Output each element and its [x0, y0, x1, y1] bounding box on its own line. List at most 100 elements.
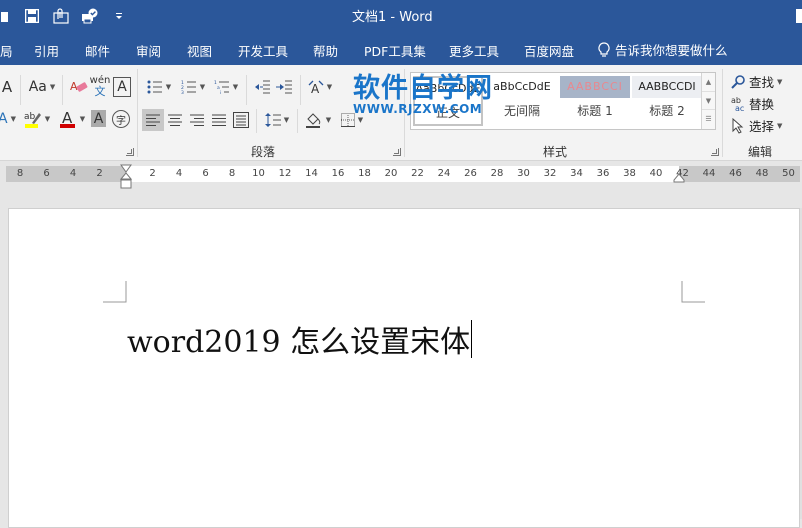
- multilevel-list-icon: 1ai: [214, 80, 229, 94]
- multilevel-list-button[interactable]: 1 a i ▼: [211, 78, 241, 96]
- style-no-spacing[interactable]: aBbCcDdE 无间隔: [487, 76, 557, 126]
- style-name: 标题 2: [649, 104, 685, 118]
- save-button[interactable]: [22, 6, 42, 26]
- replace-button[interactable]: ab ac 替换: [731, 94, 774, 113]
- text-effects-icon: A: [0, 111, 8, 127]
- paragraph-dialog-launcher[interactable]: [393, 148, 401, 156]
- svg-text:ac: ac: [735, 104, 744, 112]
- justify-button[interactable]: [208, 109, 230, 131]
- select-button[interactable]: 选择 ▼: [731, 116, 782, 135]
- ruler-tick: 2: [149, 168, 156, 179]
- align-left-button[interactable]: [142, 109, 164, 131]
- styles-more-button[interactable]: ☰: [702, 110, 715, 129]
- tab-review[interactable]: 审阅: [136, 41, 161, 60]
- tab-layout[interactable]: 局: [0, 41, 13, 60]
- replace-label: 替换: [749, 97, 775, 112]
- attach-icon: [53, 8, 69, 24]
- tab-pdf-tools[interactable]: PDF工具集: [364, 41, 426, 60]
- sort-button[interactable]: A ▼: [306, 78, 334, 96]
- borders-button[interactable]: ▼: [338, 109, 366, 131]
- bullets-button[interactable]: ▼: [144, 78, 174, 96]
- svg-text:i: i: [220, 90, 221, 94]
- first-line-indent-marker[interactable]: [120, 164, 132, 173]
- character-border-icon: A: [117, 79, 127, 95]
- numbering-button[interactable]: 1 2 3 ▼: [178, 78, 208, 96]
- find-label: 查找: [749, 75, 775, 90]
- tab-developer[interactable]: 开发工具: [238, 41, 288, 60]
- decrease-indent-button[interactable]: [253, 78, 271, 96]
- tab-baidu-netdisk[interactable]: 百度网盘: [524, 41, 574, 60]
- highlight-color-button[interactable]: ab ▼: [20, 108, 52, 130]
- document-page[interactable]: word2019 怎么设置宋体: [8, 208, 800, 528]
- svg-text:3: 3: [181, 90, 184, 94]
- attach-button[interactable]: [51, 6, 71, 26]
- style-normal[interactable]: AaBbCcDdE 正文: [413, 76, 483, 126]
- character-shading-button[interactable]: A: [91, 110, 106, 127]
- tab-view[interactable]: 视图: [187, 41, 212, 60]
- ruler-tick: 18: [358, 168, 371, 179]
- window-title: 文档1 - Word: [352, 10, 433, 25]
- grow-font-button[interactable]: A: [0, 77, 14, 97]
- align-right-button[interactable]: [186, 109, 208, 131]
- ribbon: A Aa ▼ A wén 文 A A ▼ ab ▼ A ▼ A 字 ▼ 1 2 3 ▼ 1…: [0, 65, 802, 161]
- ruler-tick: 46: [729, 168, 742, 179]
- open-icon: [1, 12, 8, 22]
- hanging-indent-marker[interactable]: [120, 172, 132, 180]
- style-heading-1[interactable]: AABBCCI 标题 1: [560, 76, 630, 126]
- style-name: 无间隔: [503, 104, 540, 118]
- find-button[interactable]: 查找 ▼: [731, 72, 782, 91]
- font-dialog-launcher[interactable]: [126, 148, 134, 156]
- open-button[interactable]: [0, 6, 10, 26]
- sort-icon: A: [308, 80, 324, 94]
- print-check-icon: [82, 8, 98, 24]
- ruler-tick: 14: [305, 168, 318, 179]
- line-spacing-button[interactable]: ▼: [262, 109, 292, 131]
- tab-help[interactable]: 帮助: [313, 41, 338, 60]
- styles-scroll-up[interactable]: ▲: [702, 73, 715, 92]
- tell-me-search[interactable]: 告诉我你想要做什么: [598, 40, 728, 59]
- customize-qat-icon: [116, 13, 122, 19]
- ruler-tick: 12: [278, 168, 292, 179]
- replace-icon: abac: [731, 96, 744, 112]
- character-border-button[interactable]: A: [113, 77, 131, 97]
- ruler-tick: 26: [464, 168, 477, 179]
- enclose-characters-button[interactable]: 字: [112, 110, 130, 128]
- document-body[interactable]: word2019 怎么设置宋体: [127, 317, 473, 361]
- ruler-tick: 4: [69, 168, 77, 179]
- font-color-button[interactable]: A ▼: [56, 108, 88, 130]
- increase-indent-button[interactable]: [275, 78, 293, 96]
- top-right-margin-mark: [681, 281, 705, 303]
- text-effects-button[interactable]: A ▼: [0, 108, 16, 130]
- enclose-characters-icon: 字: [116, 115, 126, 127]
- ruler-tick: 20: [384, 168, 398, 179]
- customize-qat-button[interactable]: [109, 6, 129, 26]
- tab-more-tools[interactable]: 更多工具: [449, 41, 499, 60]
- styles-dialog-launcher[interactable]: [711, 148, 719, 156]
- ruler-tick: 4: [175, 168, 183, 179]
- window-control-edge[interactable]: [796, 9, 802, 23]
- distributed-icon: [233, 112, 249, 128]
- ruler-tick: 6: [43, 168, 50, 179]
- decrease-indent-icon: [255, 80, 270, 94]
- print-check-button[interactable]: [80, 6, 100, 26]
- right-indent-marker[interactable]: [673, 173, 685, 183]
- phonetic-guide-button[interactable]: wén 文: [90, 74, 111, 100]
- ruler-tick: 28: [490, 168, 504, 179]
- title-bar: 文档1 - Word: [0, 0, 802, 31]
- ruler-tick: 8: [16, 168, 24, 179]
- tab-references[interactable]: 引用: [34, 41, 59, 60]
- style-heading-2[interactable]: AABBCCDI 标题 2: [632, 76, 702, 126]
- highlighter-icon: ab: [24, 112, 41, 128]
- indent-markers[interactable]: [120, 164, 132, 190]
- styles-group-label: 样式: [543, 145, 568, 159]
- align-center-button[interactable]: [164, 109, 186, 131]
- change-case-button[interactable]: Aa ▼: [27, 77, 57, 97]
- left-indent-marker[interactable]: [120, 179, 132, 189]
- save-icon: [25, 9, 39, 23]
- tab-mailings[interactable]: 邮件: [85, 41, 110, 60]
- styles-scroll-down[interactable]: ▼: [702, 92, 715, 111]
- style-preview: AABBCCI: [560, 76, 630, 98]
- clear-formatting-button[interactable]: A: [69, 77, 89, 97]
- distributed-button[interactable]: [230, 109, 252, 131]
- shading-button[interactable]: ▼: [304, 109, 332, 131]
